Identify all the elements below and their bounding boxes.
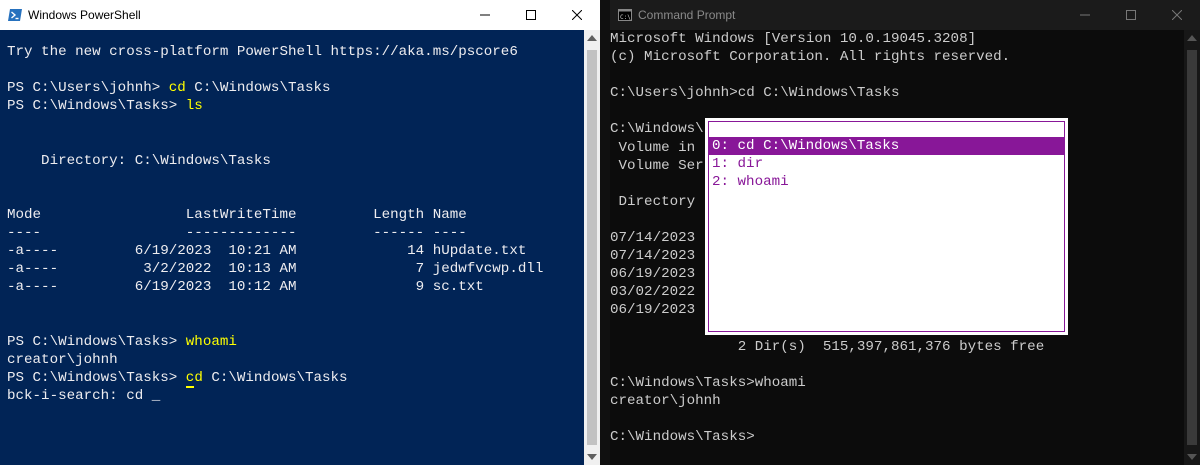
command-keyword: ls bbox=[185, 98, 203, 115]
svg-text:C:\: C:\ bbox=[620, 14, 631, 21]
scrollbar-thumb[interactable] bbox=[1187, 50, 1197, 445]
powershell-window[interactable]: Windows PowerShell Try the new cross-pla… bbox=[0, 0, 600, 465]
console-line: PS C:\Windows\Tasks> ls bbox=[7, 97, 584, 115]
console-line: creator\johnh bbox=[610, 392, 721, 409]
console-line: PS C:\Windows\Tasks> whoami bbox=[7, 333, 584, 351]
close-button[interactable] bbox=[554, 0, 600, 30]
cmd-icon: C:\ bbox=[618, 9, 632, 21]
minimize-icon bbox=[480, 14, 490, 16]
minimize-icon bbox=[1080, 14, 1090, 16]
window-title: Windows PowerShell bbox=[28, 8, 141, 22]
console-line: Mode LastWriteTime Length Name bbox=[7, 206, 467, 223]
command-args: C:\Windows\Tasks bbox=[185, 80, 331, 97]
console-line: C:\Windows\Tasks>whoami bbox=[610, 374, 806, 391]
minimize-button[interactable] bbox=[1062, 0, 1108, 30]
console-line: C:\Windows\Tasks> bbox=[610, 429, 755, 446]
prompt-text: PS C:\Windows\Tasks> bbox=[7, 98, 186, 115]
scroll-up-icon[interactable] bbox=[587, 35, 597, 41]
close-icon bbox=[1172, 10, 1182, 20]
command-args: C:\Windows\Tasks bbox=[202, 369, 348, 386]
console-line: C:\Users\johnh>cd C:\Windows\Tasks bbox=[610, 85, 900, 102]
vertical-scrollbar[interactable] bbox=[584, 30, 600, 465]
window-gap bbox=[600, 0, 610, 465]
maximize-icon bbox=[1126, 10, 1136, 20]
maximize-icon bbox=[526, 10, 536, 20]
close-icon bbox=[572, 10, 582, 20]
console-line: PS C:\Users\johnh> cd C:\Windows\Tasks bbox=[7, 79, 584, 97]
command-history-popup[interactable]: 0: cd C:\Windows\Tasks 1: dir 2: whoami bbox=[705, 118, 1068, 335]
history-item[interactable]: 1: dir bbox=[708, 155, 1065, 173]
vertical-scrollbar[interactable] bbox=[1184, 30, 1200, 465]
close-button[interactable] bbox=[1154, 0, 1200, 30]
console-line: ---- ------------- ------ ---- bbox=[7, 224, 467, 241]
history-list[interactable]: 0: cd C:\Windows\Tasks 1: dir 2: whoami bbox=[708, 137, 1065, 191]
scroll-up-icon[interactable] bbox=[1187, 35, 1197, 41]
window-title: Command Prompt bbox=[638, 8, 736, 22]
powershell-titlebar[interactable]: Windows PowerShell bbox=[0, 0, 600, 30]
console-line: Directory: C:\Windows\Tasks bbox=[7, 152, 271, 169]
scroll-down-icon[interactable] bbox=[587, 454, 597, 460]
console-line: -a---- 6/19/2023 10:12 AM 9 sc.txt bbox=[7, 279, 484, 296]
command-keyword: whoami bbox=[185, 333, 237, 350]
powershell-console-output[interactable]: Try the new cross-platform PowerShell ht… bbox=[7, 43, 584, 465]
scrollbar-thumb[interactable] bbox=[587, 50, 597, 445]
maximize-button[interactable] bbox=[508, 0, 554, 30]
prompt-text: PS C:\Users\johnh> bbox=[7, 80, 169, 97]
reverse-search-prompt[interactable]: bck-i-search: cd _ bbox=[7, 387, 584, 405]
command-keyword: cd bbox=[168, 80, 186, 97]
console-line: creator\johnh bbox=[7, 351, 118, 368]
powershell-icon bbox=[8, 9, 22, 21]
cmd-titlebar[interactable]: C:\ Command Prompt bbox=[610, 0, 1200, 30]
prompt-text: PS C:\Windows\Tasks> bbox=[7, 333, 186, 350]
scroll-down-icon[interactable] bbox=[1187, 454, 1197, 460]
history-item[interactable]: 2: whoami bbox=[708, 173, 1065, 191]
minimize-button[interactable] bbox=[462, 0, 508, 30]
console-line-current: PS C:\Windows\Tasks> cd C:\Windows\Tasks bbox=[7, 369, 584, 388]
console-line: -a---- 6/19/2023 10:21 AM 14 hUpdate.txt bbox=[7, 243, 527, 260]
prompt-text: PS C:\Windows\Tasks> bbox=[7, 369, 186, 386]
console-line: Try the new cross-platform PowerShell ht… bbox=[7, 44, 518, 60]
console-line: (c) Microsoft Corporation. All rights re… bbox=[610, 49, 1011, 66]
history-item[interactable]: 0: cd C:\Windows\Tasks bbox=[708, 137, 1065, 156]
console-line: -a---- 3/2/2022 10:13 AM 7 jedwfvcwp.dll bbox=[7, 261, 544, 278]
console-line: Microsoft Windows [Version 10.0.19045.32… bbox=[610, 31, 977, 47]
command-keyword: d bbox=[194, 369, 203, 386]
console-line: 2 Dir(s) 515,397,861,376 bytes free bbox=[610, 338, 1045, 355]
maximize-button[interactable] bbox=[1108, 0, 1154, 30]
